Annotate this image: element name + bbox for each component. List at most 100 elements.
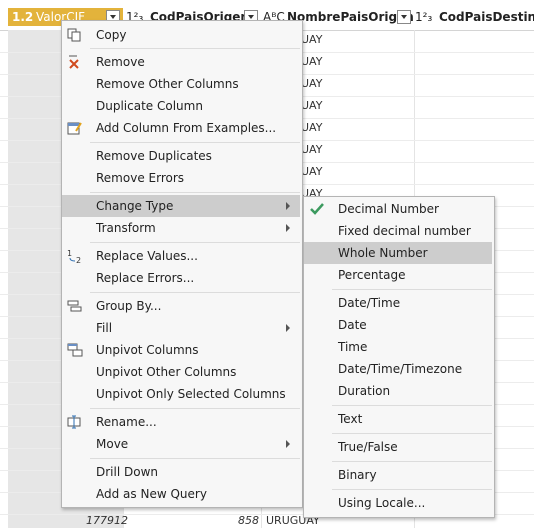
cell-codpaisorigen[interactable]: 858 bbox=[238, 514, 259, 527]
svg-text:1: 1 bbox=[67, 249, 72, 258]
menu-separator bbox=[90, 458, 300, 459]
menu-item-label: Unpivot Other Columns bbox=[96, 365, 237, 379]
menu-item-label: Duration bbox=[338, 384, 391, 398]
submenu-arrow-icon bbox=[286, 202, 290, 210]
type-option-whole-number[interactable]: Whole Number bbox=[304, 242, 492, 264]
column-filter-dropdown-icon[interactable] bbox=[397, 10, 411, 24]
menu-item-fill[interactable]: Fill bbox=[62, 317, 300, 339]
menu-item-label: Date/Time bbox=[338, 296, 401, 310]
menu-item-label: Change Type bbox=[96, 199, 174, 213]
menu-item-drill-down[interactable]: Drill Down bbox=[62, 461, 300, 483]
menu-item-unpivot-only-selected-columns[interactable]: Unpivot Only Selected Columns bbox=[62, 383, 300, 405]
checkmark-icon bbox=[310, 203, 324, 215]
cell-nombrepaisorigen[interactable]: UAY bbox=[301, 165, 322, 178]
cell-nombrepaisorigen[interactable]: UAY bbox=[301, 33, 322, 46]
menu-item-label: Add Column From Examples... bbox=[96, 121, 277, 135]
menu-item-add-column-from-examples[interactable]: Add Column From Examples... bbox=[62, 117, 300, 139]
column-name-nombrepaisorigen: NombrePaisOrigen bbox=[287, 10, 414, 24]
copy-icon bbox=[67, 28, 81, 42]
svg-text:2: 2 bbox=[76, 256, 81, 263]
menu-item-rename[interactable]: Rename... bbox=[62, 411, 300, 433]
menu-separator bbox=[90, 192, 300, 193]
type-option-duration[interactable]: Duration bbox=[304, 380, 492, 402]
menu-separator bbox=[90, 408, 300, 409]
menu-item-label: True/False bbox=[338, 440, 398, 454]
menu-item-remove-other-columns[interactable]: Remove Other Columns bbox=[62, 73, 300, 95]
type-option-fixed-decimal-number[interactable]: Fixed decimal number bbox=[304, 220, 492, 242]
menu-item-label: Unpivot Columns bbox=[96, 343, 199, 357]
menu-item-label: Replace Values... bbox=[96, 249, 198, 263]
submenu-arrow-icon bbox=[286, 440, 290, 448]
type-option-date-time[interactable]: Date/Time bbox=[304, 292, 492, 314]
menu-item-change-type[interactable]: Change Type bbox=[62, 195, 300, 217]
menu-item-transform[interactable]: Transform bbox=[62, 217, 300, 239]
type-option-true-false[interactable]: True/False bbox=[304, 436, 492, 458]
group-by-icon bbox=[67, 300, 82, 312]
menu-item-label: Date/Time/Timezone bbox=[338, 362, 463, 376]
menu-separator bbox=[332, 489, 492, 490]
cell-nombrepaisorigen[interactable]: UAY bbox=[301, 55, 322, 68]
submenu-arrow-icon bbox=[286, 324, 290, 332]
menu-item-copy[interactable]: Copy bbox=[62, 24, 300, 46]
menu-item-unpivot-columns[interactable]: Unpivot Columns bbox=[62, 339, 300, 361]
decimal-type-icon[interactable]: 1.2 bbox=[12, 8, 33, 26]
menu-item-replace-values[interactable]: 12 Replace Values... bbox=[62, 245, 300, 267]
menu-item-label: Duplicate Column bbox=[96, 99, 203, 113]
menu-item-label: Fill bbox=[96, 321, 113, 335]
menu-separator bbox=[332, 405, 492, 406]
cell-nombrepaisorigen[interactable]: UAY bbox=[301, 121, 322, 134]
menu-item-remove[interactable]: Remove bbox=[62, 51, 300, 73]
type-option-binary[interactable]: Binary bbox=[304, 464, 492, 486]
add-column-examples-icon bbox=[67, 122, 82, 135]
column-context-menu: Copy Remove Remove Other Columns Duplica… bbox=[61, 20, 303, 508]
cell-nombrepaisorigen[interactable]: UAY bbox=[301, 143, 322, 156]
unpivot-icon bbox=[67, 343, 83, 357]
menu-item-label: Remove Duplicates bbox=[96, 149, 212, 163]
menu-item-unpivot-other-columns[interactable]: Unpivot Other Columns bbox=[62, 361, 300, 383]
whole-number-type-icon[interactable]: 1²₃ bbox=[415, 6, 432, 28]
cell-valorcif[interactable]: 177912 bbox=[86, 514, 128, 527]
rename-icon bbox=[67, 415, 81, 429]
menu-item-label: Add as New Query bbox=[96, 487, 207, 501]
menu-item-label: Unpivot Only Selected Columns bbox=[96, 387, 286, 401]
type-option-time[interactable]: Time bbox=[304, 336, 492, 358]
cell-nombrepaisorigen[interactable]: UAY bbox=[301, 77, 322, 90]
menu-separator bbox=[90, 242, 300, 243]
menu-item-label: Whole Number bbox=[338, 246, 428, 260]
menu-item-label: Remove Errors bbox=[96, 171, 185, 185]
menu-item-move[interactable]: Move bbox=[62, 433, 300, 455]
menu-item-label: Using Locale... bbox=[338, 496, 426, 510]
type-option-decimal-number[interactable]: Decimal Number bbox=[304, 198, 492, 220]
menu-item-label: Group By... bbox=[96, 299, 162, 313]
submenu-arrow-icon bbox=[286, 224, 290, 232]
menu-separator bbox=[90, 48, 300, 49]
menu-separator bbox=[90, 292, 300, 293]
cell-nombrepaisorigen[interactable]: UAY bbox=[301, 99, 322, 112]
menu-item-label: Copy bbox=[96, 28, 127, 42]
column-name-codpaisdestino: CodPaisDestino bbox=[439, 10, 534, 24]
type-option-text[interactable]: Text bbox=[304, 408, 492, 430]
menu-item-add-as-new-query[interactable]: Add as New Query bbox=[62, 483, 300, 505]
menu-item-duplicate-column[interactable]: Duplicate Column bbox=[62, 95, 300, 117]
type-option-using-locale[interactable]: Using Locale... bbox=[304, 492, 492, 514]
type-option-date-time-timezone[interactable]: Date/Time/Timezone bbox=[304, 358, 492, 380]
menu-item-label: Rename... bbox=[96, 415, 157, 429]
menu-separator bbox=[90, 142, 300, 143]
menu-item-label: Time bbox=[338, 340, 368, 354]
menu-separator bbox=[332, 433, 492, 434]
menu-item-group-by[interactable]: Group By... bbox=[62, 295, 300, 317]
type-option-percentage[interactable]: Percentage bbox=[304, 264, 492, 286]
menu-separator bbox=[332, 461, 492, 462]
menu-item-label: Drill Down bbox=[96, 465, 158, 479]
type-option-date[interactable]: Date bbox=[304, 314, 492, 336]
menu-item-replace-errors[interactable]: Replace Errors... bbox=[62, 267, 300, 289]
remove-x-icon bbox=[69, 55, 79, 69]
menu-item-remove-duplicates[interactable]: Remove Duplicates bbox=[62, 145, 300, 167]
menu-separator bbox=[332, 289, 492, 290]
menu-item-label: Decimal Number bbox=[338, 202, 439, 216]
menu-item-label: Remove bbox=[96, 55, 145, 69]
menu-item-label: Binary bbox=[338, 468, 377, 482]
menu-item-remove-errors[interactable]: Remove Errors bbox=[62, 167, 300, 189]
menu-item-label: Text bbox=[338, 412, 363, 426]
change-type-submenu: Decimal Number Fixed decimal number Whol… bbox=[303, 196, 495, 518]
